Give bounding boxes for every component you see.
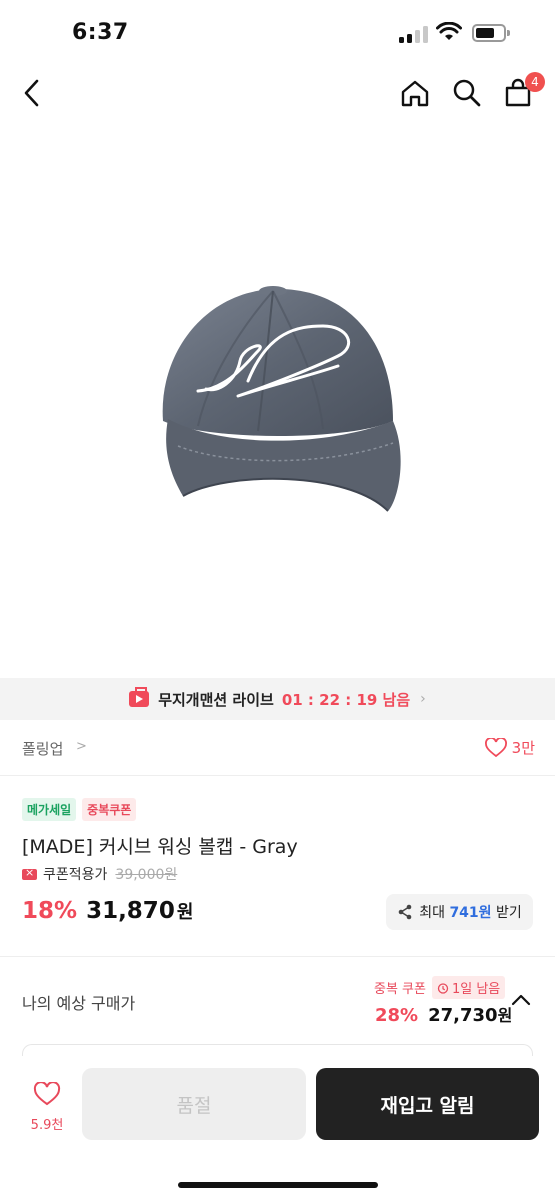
coupon-label: 쿠폰적용가 <box>43 867 108 883</box>
sale-price: 31,870 <box>86 898 175 924</box>
live-banner[interactable]: 무지개맨션 라이브 01 : 22 : 19 남음 › <box>0 678 555 720</box>
search-button[interactable] <box>446 72 488 114</box>
expand-toggle-button[interactable] <box>510 992 534 1012</box>
top-nav <box>0 62 555 124</box>
dup-coupon-tag: 중복 쿠폰 <box>374 982 426 997</box>
mega-sale-badge: 메가세일 <box>22 798 77 821</box>
expected-price-label: 나의 예상 구매가 <box>22 994 136 1013</box>
signal-icon <box>399 26 429 43</box>
expected-price-row: 28% 27,730 원 <box>375 1002 512 1026</box>
expected-price: 27,730 <box>428 1005 498 1026</box>
search-icon <box>453 79 481 107</box>
wifi-icon <box>436 22 462 40</box>
chevron-left-icon <box>24 79 39 107</box>
heart-icon <box>484 737 507 757</box>
chevron-up-icon <box>511 994 531 1006</box>
product-image[interactable] <box>0 124 555 678</box>
status-bar: 6:37 <box>0 0 555 62</box>
chevron-right-icon: › <box>420 691 426 707</box>
live-tv-icon <box>129 687 150 707</box>
live-label: 무지개맨션 라이브 <box>158 690 274 709</box>
time-left-text: 1일 남음 <box>451 982 501 997</box>
restock-alert-button[interactable]: 재입고 알림 <box>316 1068 539 1140</box>
section-divider <box>0 956 555 957</box>
max-suffix: 받기 <box>496 905 522 921</box>
wishlist-count: 5.9천 <box>30 1118 64 1133</box>
dup-coupon-badge: 중복쿠폰 <box>82 798 137 821</box>
brand-row: 폴링업 > 3만 <box>0 720 555 776</box>
heart-icon <box>33 1081 61 1106</box>
expected-tags: 중복 쿠폰 1일 남음 <box>374 976 506 999</box>
alarm-clock-icon <box>437 982 449 994</box>
soldout-button: 품절 <box>82 1068 306 1140</box>
max-amount: 741원 <box>449 905 492 921</box>
brand-chevron-icon: > <box>76 739 87 754</box>
discount-rate: 18% <box>22 898 78 924</box>
status-time: 6:37 <box>72 20 129 45</box>
back-button[interactable] <box>10 72 52 114</box>
coupon-icon <box>22 866 37 880</box>
battery-icon <box>472 24 510 42</box>
get-coupon-button[interactable]: 최대 741원 받기 <box>386 894 533 930</box>
share-icon <box>398 904 412 920</box>
live-countdown: 01 : 22 : 19 남음 <box>281 690 411 709</box>
product-title: [MADE] 커시브 워싱 볼캡 - Gray <box>22 836 298 858</box>
coupon-price-line: 쿠폰적용가 39,000원 <box>22 864 177 884</box>
home-button[interactable] <box>394 72 436 114</box>
time-left-tag: 1일 남음 <box>431 976 506 999</box>
home-icon <box>401 80 429 107</box>
price-row: 18% 31,870 원 <box>22 898 193 924</box>
gray-cap-image <box>162 286 401 512</box>
cart-count-badge: 4 <box>525 72 545 92</box>
currency-unit: 원 <box>176 902 194 923</box>
original-price: 39,000원 <box>115 867 178 883</box>
like-button[interactable]: 3만 <box>484 737 535 758</box>
max-prefix: 최대 <box>419 905 445 921</box>
wishlist-button[interactable]: 5.9천 <box>26 1081 68 1133</box>
brand-link[interactable]: 폴링업 <box>22 738 63 759</box>
home-indicator <box>178 1182 378 1188</box>
bottom-action-bar: 5.9천 품절 재입고 알림 <box>0 1056 555 1200</box>
like-count: 3만 <box>511 739 535 757</box>
product-badges: 메가세일 중복쿠폰 <box>22 798 142 821</box>
expected-discount: 28% <box>375 1005 419 1026</box>
